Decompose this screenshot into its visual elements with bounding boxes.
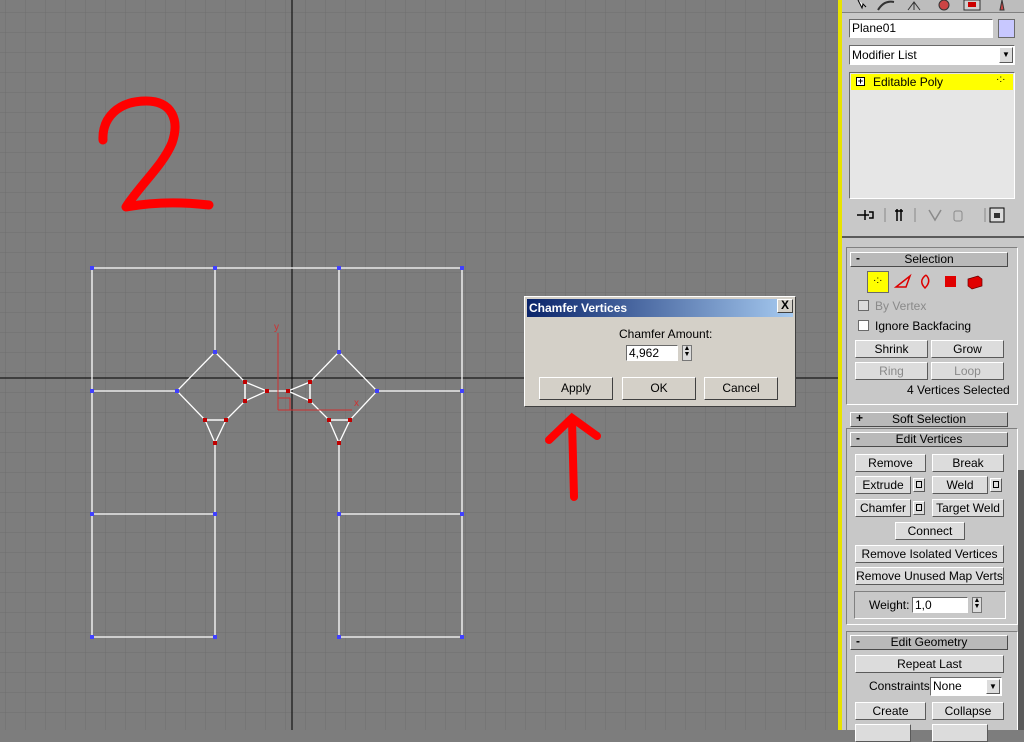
element-icon[interactable] [967, 275, 983, 290]
detach-button-partial[interactable] [932, 724, 988, 742]
modifier-stack[interactable]: + Editable Poly ·:· [849, 72, 1015, 199]
expand-icon[interactable]: + [856, 77, 865, 86]
object-color-swatch[interactable] [998, 19, 1015, 38]
motion-icon[interactable] [938, 0, 950, 11]
polygon-icon[interactable] [945, 276, 956, 287]
chamfer-button[interactable]: Chamfer [855, 499, 911, 517]
chamfer-settings-icon[interactable] [913, 501, 925, 515]
apply-button[interactable]: Apply [539, 377, 613, 400]
shrink-button[interactable]: Shrink [855, 340, 928, 358]
cancel-button[interactable]: Cancel [704, 377, 778, 400]
configure-sets-icon[interactable] [989, 207, 1005, 223]
edit-vertices-title: Edit Vertices [895, 432, 963, 446]
chamfer-vertices-dialog[interactable]: Chamfer Vertices X Chamfer Amount: 4,962… [524, 296, 796, 407]
selection-status: 4 Vertices Selected [907, 383, 1010, 397]
utilities-icon[interactable] [999, 0, 1005, 11]
extrude-settings-icon[interactable] [913, 478, 925, 492]
gizmo-y-label: y [274, 322, 279, 333]
ok-button[interactable]: OK [622, 377, 696, 400]
weld-settings-icon[interactable] [990, 478, 1002, 492]
modifier-name: Editable Poly [873, 75, 944, 89]
vertex-icon[interactable]: ·:· [867, 271, 889, 293]
target-weld-button[interactable]: Target Weld [932, 499, 1004, 517]
grow-button[interactable]: Grow [931, 340, 1004, 358]
attach-button-partial[interactable] [855, 724, 911, 742]
remove-isolated-vertices-button[interactable]: Remove Isolated Vertices [855, 545, 1004, 563]
remove-modifier-icon [953, 210, 963, 222]
selection-title: Selection [904, 252, 954, 266]
weight-label: Weight: [869, 598, 910, 612]
chamfer-amount-input[interactable]: 4,962 [626, 345, 678, 361]
constraints-dropdown[interactable]: None ▼ [930, 677, 1002, 696]
by-vertex-label: By Vertex [875, 299, 927, 313]
chamfer-amount-label: Chamfer Amount: [619, 327, 713, 341]
select-arrow-icon[interactable] [857, 0, 867, 10]
extrude-button[interactable]: Extrude [855, 476, 911, 494]
remove-button[interactable]: Remove [855, 454, 926, 472]
weld-button[interactable]: Weld [932, 476, 988, 494]
constraints-label: Constraints: [869, 679, 934, 693]
spinner-icon[interactable]: ▲ ▼ [682, 345, 692, 361]
stack-toolbar [849, 205, 1015, 225]
hierarchy-icon[interactable] [907, 1, 921, 11]
show-end-result-icon[interactable] [895, 209, 903, 221]
modifier-stack-item[interactable]: + Editable Poly ·:· [851, 74, 1013, 90]
collapse-button[interactable]: Collapse [932, 702, 1004, 720]
modifier-list-label: Modifier List [852, 48, 917, 62]
ignore-backfacing-label: Ignore Backfacing [875, 319, 972, 333]
ignore-backfacing-checkbox[interactable] [858, 320, 869, 331]
dialog-title: Chamfer Vertices [527, 299, 793, 317]
gizmo-x-label: x [354, 398, 359, 409]
break-button[interactable]: Break [932, 454, 1004, 472]
edit-geometry-rollout-header[interactable]: - Edit Geometry [850, 635, 1008, 650]
edge-icon[interactable] [893, 273, 912, 288]
constraints-value: None [933, 679, 962, 693]
selection-rollout-header[interactable]: - Selection [850, 252, 1008, 267]
command-panel-tabs [842, 0, 1024, 13]
dropdown-arrow-icon[interactable]: ▼ [986, 679, 1000, 694]
soft-selection-rollout-header[interactable]: + Soft Selection [850, 412, 1008, 427]
create-button[interactable]: Create [855, 702, 926, 720]
loop-button[interactable]: Loop [931, 362, 1004, 380]
repeat-last-button[interactable]: Repeat Last [855, 655, 1004, 673]
dropdown-arrow-icon[interactable]: ▼ [999, 47, 1013, 63]
ring-button[interactable]: Ring [855, 362, 928, 380]
curve-icon[interactable] [877, 0, 895, 11]
object-name-field[interactable]: Plane01 [849, 19, 993, 38]
panel-scrollbar[interactable] [1018, 470, 1024, 730]
edit-geometry-title: Edit Geometry [890, 635, 968, 649]
soft-selection-title: Soft Selection [891, 412, 967, 426]
pin-stack-icon[interactable] [857, 210, 874, 220]
close-icon[interactable]: X [777, 299, 793, 313]
display-icon[interactable] [963, 0, 981, 11]
panel-separator [842, 236, 1024, 238]
vertex-subobject-icon: ·:· [996, 74, 1006, 85]
border-icon[interactable] [921, 274, 930, 290]
edit-vertices-rollout-header[interactable]: - Edit Vertices [850, 432, 1008, 447]
by-vertex-checkbox[interactable] [858, 300, 869, 311]
weight-input[interactable]: 1,0 [912, 597, 968, 613]
weight-spinner-icon[interactable]: ▲ ▼ [972, 597, 982, 613]
remove-unused-map-verts-button[interactable]: Remove Unused Map Verts [855, 567, 1004, 585]
connect-button[interactable]: Connect [895, 522, 965, 540]
modifier-list-dropdown[interactable]: Modifier List ▼ [849, 45, 1015, 65]
make-unique-icon [928, 209, 942, 222]
